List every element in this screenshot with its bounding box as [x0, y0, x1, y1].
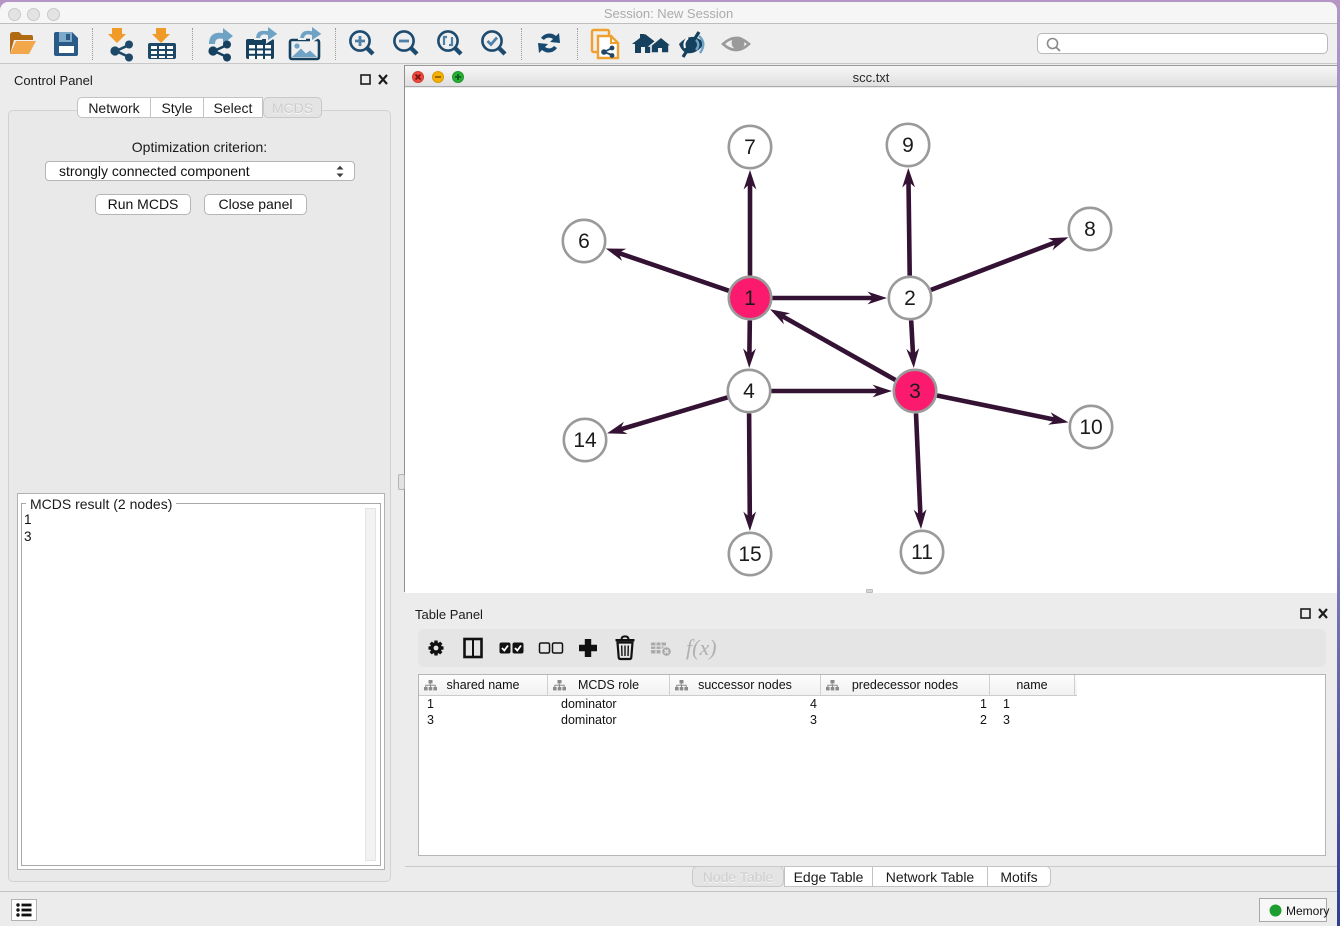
- svg-text:10: 10: [1079, 416, 1102, 439]
- svg-text:7: 7: [744, 136, 756, 159]
- svg-text:15: 15: [738, 543, 761, 566]
- svg-text:14: 14: [573, 429, 597, 452]
- svg-text:f(x): f(x): [686, 635, 717, 660]
- svg-text:11: 11: [911, 541, 933, 564]
- svg-text:9: 9: [902, 134, 914, 157]
- svg-text:1: 1: [744, 287, 756, 310]
- svg-text:4: 4: [743, 380, 755, 403]
- svg-text:8: 8: [1084, 218, 1096, 241]
- svg-text:6: 6: [578, 230, 590, 253]
- svg-text:3: 3: [909, 380, 921, 403]
- svg-text:2: 2: [904, 287, 916, 310]
